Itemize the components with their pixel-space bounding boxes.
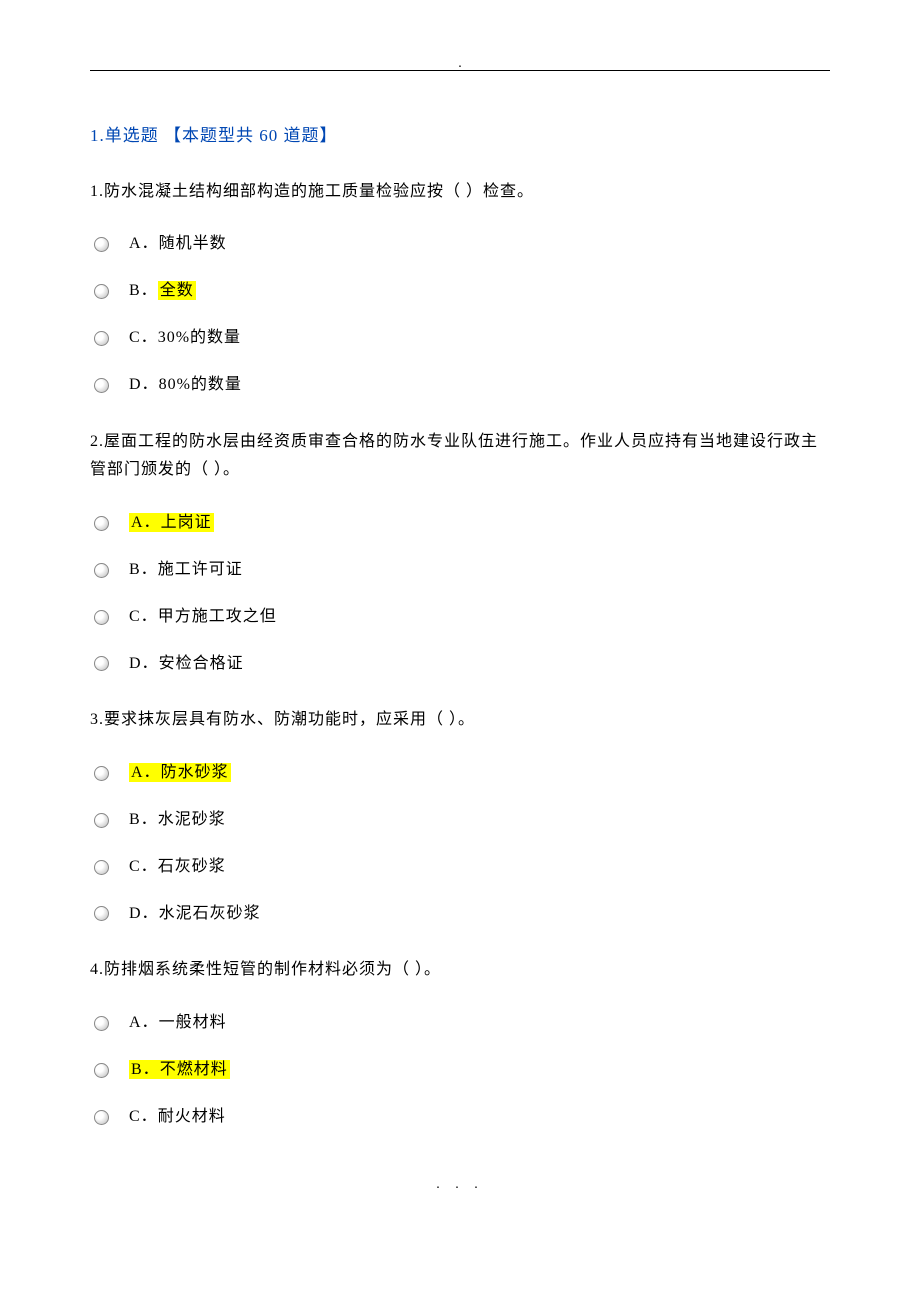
option-label: B．不燃材料: [129, 1056, 230, 1085]
option-label: D．安检合格证: [129, 650, 244, 679]
option-row[interactable]: C．甲方施工攻之但: [90, 603, 830, 632]
radio-icon[interactable]: [94, 766, 109, 781]
radio-icon[interactable]: [94, 378, 109, 393]
option-row[interactable]: D．水泥石灰砂浆: [90, 900, 830, 929]
radio-icon[interactable]: [94, 1016, 109, 1031]
option-row[interactable]: B．水泥砂浆: [90, 806, 830, 835]
option-row[interactable]: A．上岗证: [90, 509, 830, 538]
option-label: A．防水砂浆: [129, 759, 231, 788]
radio-icon[interactable]: [94, 284, 109, 299]
option-row[interactable]: B．不燃材料: [90, 1056, 830, 1085]
radio-icon[interactable]: [94, 813, 109, 828]
option-label: A．随机半数: [129, 230, 227, 259]
radio-icon[interactable]: [94, 237, 109, 252]
option-group: A．上岗证 B．施工许可证 C．甲方施工攻之但 D．安检合格证: [90, 509, 830, 678]
option-row[interactable]: C．耐火材料: [90, 1103, 830, 1132]
radio-icon[interactable]: [94, 906, 109, 921]
option-label: D．80%的数量: [129, 371, 242, 400]
radio-icon[interactable]: [94, 563, 109, 578]
option-label: D．水泥石灰砂浆: [129, 900, 261, 929]
radio-icon[interactable]: [94, 860, 109, 875]
option-row[interactable]: D．80%的数量: [90, 371, 830, 400]
option-label: A．一般材料: [129, 1009, 227, 1038]
question-text: 2.屋面工程的防水层由经资质审查合格的防水专业队伍进行施工。作业人员应持有当地建…: [90, 428, 830, 486]
option-row[interactable]: B．施工许可证: [90, 556, 830, 585]
option-row[interactable]: A．防水砂浆: [90, 759, 830, 788]
option-group: A．随机半数 B．全数 C．30%的数量 D．80%的数量: [90, 230, 830, 399]
radio-icon[interactable]: [94, 656, 109, 671]
header-rule: [90, 70, 830, 71]
option-label: B．水泥砂浆: [129, 806, 226, 835]
radio-icon[interactable]: [94, 1063, 109, 1078]
option-row[interactable]: A．一般材料: [90, 1009, 830, 1038]
option-label: C．石灰砂浆: [129, 853, 226, 882]
radio-icon[interactable]: [94, 331, 109, 346]
option-group: A．一般材料 B．不燃材料 C．耐火材料: [90, 1009, 830, 1131]
option-group: A．防水砂浆 B．水泥砂浆 C．石灰砂浆 D．水泥石灰砂浆: [90, 759, 830, 928]
footer-dots: . . .: [90, 1172, 830, 1197]
option-label: C．甲方施工攻之但: [129, 603, 277, 632]
option-row[interactable]: B．全数: [90, 277, 830, 306]
question-text: 4.防排烟系统柔性短管的制作材料必须为（ ）。: [90, 956, 830, 985]
radio-icon[interactable]: [94, 516, 109, 531]
option-label: C．30%的数量: [129, 324, 241, 353]
option-label: A．上岗证: [129, 509, 214, 538]
option-row[interactable]: D．安检合格证: [90, 650, 830, 679]
radio-icon[interactable]: [94, 610, 109, 625]
section-title: 1.单选题 【本题型共 60 道题】: [90, 121, 830, 152]
question-text: 3.要求抹灰层具有防水、防潮功能时，应采用（ ）。: [90, 706, 830, 735]
option-row[interactable]: A．随机半数: [90, 230, 830, 259]
radio-icon[interactable]: [94, 1110, 109, 1125]
option-label: C．耐火材料: [129, 1103, 226, 1132]
option-label: B．全数: [129, 277, 196, 306]
option-row[interactable]: C．石灰砂浆: [90, 853, 830, 882]
page-container: 1.单选题 【本题型共 60 道题】 1.防水混凝土结构细部构造的施工质量检验应…: [0, 0, 920, 1237]
option-row[interactable]: C．30%的数量: [90, 324, 830, 353]
option-label: B．施工许可证: [129, 556, 243, 585]
question-text: 1.防水混凝土结构细部构造的施工质量检验应按（ ）检查。: [90, 178, 830, 207]
